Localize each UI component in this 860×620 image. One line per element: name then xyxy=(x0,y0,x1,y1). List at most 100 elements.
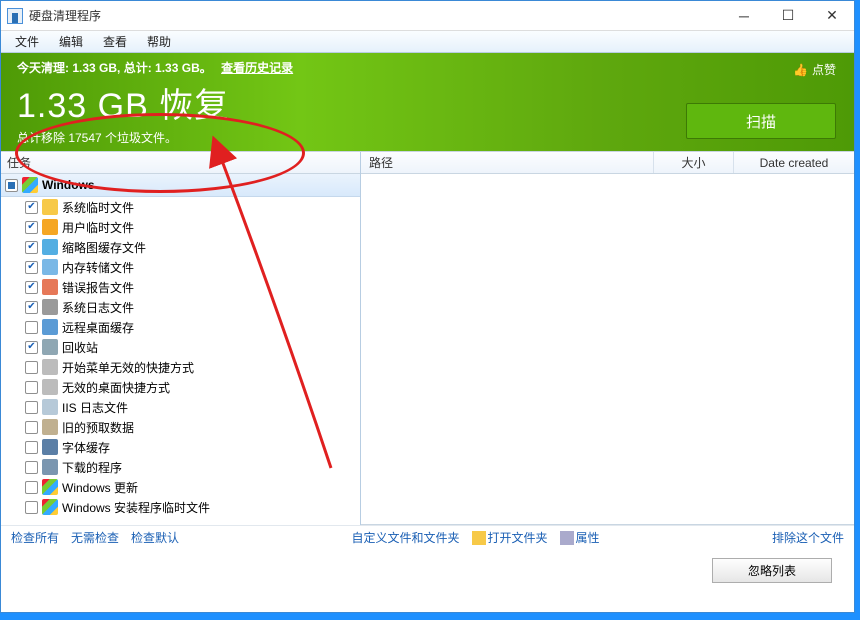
tree-item-label: 下载的程序 xyxy=(62,459,122,476)
scan-button[interactable]: 扫描 xyxy=(686,103,836,139)
iis-icon xyxy=(42,399,58,415)
menu-edit[interactable]: 编辑 xyxy=(49,31,93,52)
err-icon xyxy=(42,279,58,295)
tree-item[interactable]: 旧的预取数据 xyxy=(1,417,360,437)
checkbox[interactable] xyxy=(25,441,38,454)
menu-file[interactable]: 文件 xyxy=(5,31,49,52)
thumbs-up-icon: 👍 xyxy=(793,63,808,77)
checkbox[interactable] xyxy=(25,361,38,374)
tasks-panel: 任务 Windows 系统临时文件用户临时文件缩略图缓存文件内存转储文件错误报告文… xyxy=(1,152,361,525)
checkbox[interactable] xyxy=(25,261,38,274)
windows-icon xyxy=(22,177,38,193)
tasks-header: 任务 xyxy=(1,152,360,174)
checkbox[interactable] xyxy=(25,481,38,494)
window-title: 硬盘清理程序 xyxy=(29,7,101,24)
app-window: 硬盘清理程序 ─ ☐ ✕ 文件 编辑 查看 帮助 今天清理: 1.33 GB, … xyxy=(0,0,855,613)
tree-item-label: Windows 更新 xyxy=(62,479,138,496)
short-icon xyxy=(42,359,58,375)
tree-item[interactable]: 系统日志文件 xyxy=(1,297,360,317)
tree-item[interactable]: 字体缓存 xyxy=(1,437,360,457)
checkbox[interactable] xyxy=(25,321,38,334)
properties-link[interactable]: 属性 xyxy=(560,529,600,546)
tree-item[interactable]: 用户临时文件 xyxy=(1,217,360,237)
tree-item-label: 内存转储文件 xyxy=(62,259,134,276)
col-date[interactable]: Date created xyxy=(734,152,854,173)
folder-open-icon xyxy=(472,531,486,545)
check-none-link[interactable]: 无需检查 xyxy=(71,529,119,546)
tree-item[interactable]: 缩略图缓存文件 xyxy=(1,237,360,257)
tree-item[interactable]: 远程桌面缓存 xyxy=(1,317,360,337)
check-default-link[interactable]: 检查默认 xyxy=(131,529,179,546)
font-icon xyxy=(42,439,58,455)
checkbox[interactable] xyxy=(25,421,38,434)
tree-item-label: 回收站 xyxy=(62,339,98,356)
tree-item[interactable]: Windows 更新 xyxy=(1,477,360,497)
tree-item-label: 错误报告文件 xyxy=(62,279,134,296)
maximize-button[interactable]: ☐ xyxy=(766,1,810,30)
details-panel: 路径 大小 Date created xyxy=(361,152,854,525)
tree-item[interactable]: 内存转储文件 xyxy=(1,257,360,277)
checkbox[interactable] xyxy=(25,241,38,254)
checkbox[interactable] xyxy=(25,221,38,234)
ignore-list-button[interactable]: 忽略列表 xyxy=(712,558,832,583)
tree-item[interactable]: 错误报告文件 xyxy=(1,277,360,297)
checkbox[interactable] xyxy=(25,501,38,514)
col-size[interactable]: 大小 xyxy=(654,152,734,173)
checkbox[interactable] xyxy=(25,341,38,354)
tree-item-label: 用户临时文件 xyxy=(62,219,134,236)
short-icon xyxy=(42,379,58,395)
user-icon xyxy=(42,219,58,235)
minimize-button[interactable]: ─ xyxy=(722,1,766,30)
history-link[interactable]: 查看历史记录 xyxy=(221,61,293,75)
checkbox[interactable] xyxy=(25,281,38,294)
content-area: 任务 Windows 系统临时文件用户临时文件缩略图缓存文件内存转储文件错误报告文… xyxy=(1,151,854,525)
bin-icon xyxy=(42,339,58,355)
folder-icon xyxy=(42,199,58,215)
tree-group-windows[interactable]: Windows xyxy=(1,174,360,197)
menu-help[interactable]: 帮助 xyxy=(137,31,181,52)
tree-item[interactable]: 回收站 xyxy=(1,337,360,357)
tree-item-label: 远程桌面缓存 xyxy=(62,319,134,336)
check-all-link[interactable]: 检查所有 xyxy=(11,529,59,546)
checkbox[interactable] xyxy=(25,461,38,474)
checkbox[interactable] xyxy=(25,401,38,414)
details-header: 路径 大小 Date created xyxy=(361,152,854,174)
tree-item[interactable]: 系统临时文件 xyxy=(1,197,360,217)
tree-item-label: 开始菜单无效的快捷方式 xyxy=(62,359,194,376)
tree-item[interactable]: 下载的程序 xyxy=(1,457,360,477)
tree-item[interactable]: 开始菜单无效的快捷方式 xyxy=(1,357,360,377)
checkbox[interactable] xyxy=(25,201,38,214)
menu-view[interactable]: 查看 xyxy=(93,31,137,52)
details-body xyxy=(361,174,854,525)
summary-line: 今天清理: 1.33 GB, 总计: 1.33 GB。 查看历史记录 xyxy=(17,59,838,76)
tree-item[interactable]: IIS 日志文件 xyxy=(1,397,360,417)
close-button[interactable]: ✕ xyxy=(810,1,854,30)
tree-item-label: 系统临时文件 xyxy=(62,199,134,216)
menubar: 文件 编辑 查看 帮助 xyxy=(1,31,854,53)
tasks-tree[interactable]: Windows 系统临时文件用户临时文件缩略图缓存文件内存转储文件错误报告文件系统… xyxy=(1,174,360,525)
log-icon xyxy=(42,299,58,315)
link-row: 检查所有 无需检查 检查默认 自定义文件和文件夹 打开文件夹 属性 排除这个文件 xyxy=(1,525,854,549)
mem-icon xyxy=(42,259,58,275)
hero-banner: 今天清理: 1.33 GB, 总计: 1.33 GB。 查看历史记录 1.33 … xyxy=(1,53,854,151)
tree-item-label: 缩略图缓存文件 xyxy=(62,239,146,256)
tree-item-label: 无效的桌面快捷方式 xyxy=(62,379,170,396)
open-folder-link[interactable]: 打开文件夹 xyxy=(472,529,548,546)
properties-icon xyxy=(560,531,574,545)
wu-icon xyxy=(42,479,58,495)
titlebar: 硬盘清理程序 ─ ☐ ✕ xyxy=(1,1,854,31)
tree-item[interactable]: 无效的桌面快捷方式 xyxy=(1,377,360,397)
tree-item-label: 旧的预取数据 xyxy=(62,419,134,436)
checkbox[interactable] xyxy=(25,301,38,314)
window-buttons: ─ ☐ ✕ xyxy=(722,1,854,30)
exclude-file-link[interactable]: 排除这个文件 xyxy=(772,529,844,546)
col-path[interactable]: 路径 xyxy=(361,152,654,173)
wu-icon xyxy=(42,499,58,515)
checkbox-indeterminate-icon[interactable] xyxy=(5,179,18,192)
tree-item-label: IIS 日志文件 xyxy=(62,399,128,416)
tree-item[interactable]: Windows 安装程序临时文件 xyxy=(1,497,360,517)
like-button[interactable]: 👍 点赞 xyxy=(793,61,836,78)
checkbox[interactable] xyxy=(25,381,38,394)
custom-folders-link[interactable]: 自定义文件和文件夹 xyxy=(352,529,460,546)
app-icon xyxy=(7,8,23,24)
